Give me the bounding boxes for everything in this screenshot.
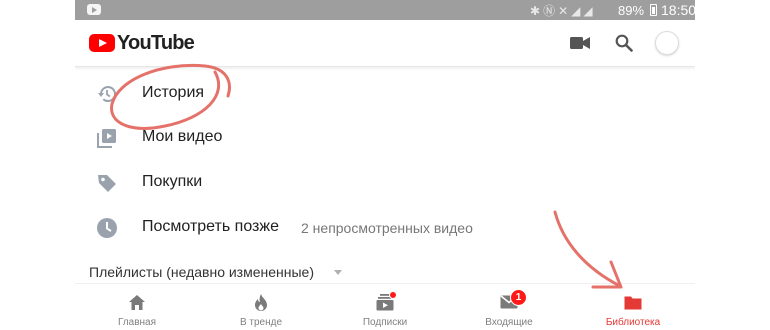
tab-inbox[interactable]: 1 Входящие — [447, 284, 571, 330]
tab-label: В тренде — [239, 317, 283, 328]
list-item-watch-later[interactable]: Посмотреть позже 2 непросмотренных видео — [75, 208, 695, 248]
youtube-play-icon — [89, 34, 115, 52]
status-bar: ✱Ⓝ✕◢◢ 89% 18:50 — [75, 0, 695, 20]
watch-later-label: Посмотреть позже — [142, 218, 279, 235]
unwatched-count: 2 непросмотренных видео — [301, 220, 473, 236]
my-videos-label: Мои видео — [142, 128, 223, 145]
list-item-my-videos[interactable]: Мои видео — [75, 118, 695, 158]
battery-icon — [650, 4, 657, 16]
inbox-badge: 1 — [510, 289, 527, 306]
search-icon[interactable] — [611, 30, 637, 56]
signal-icon: ◢ — [583, 4, 596, 18]
fire-icon — [251, 292, 271, 312]
tab-label: Главная — [117, 317, 157, 328]
home-icon — [127, 292, 147, 312]
playlists-header[interactable]: Плейлисты (недавно измененные) — [89, 264, 314, 280]
bottom-navigation: Главная В тренде Подписки 1 Входящие Биб… — [75, 283, 695, 330]
tag-icon — [95, 171, 119, 195]
nfc-icon: Ⓝ — [543, 4, 559, 18]
battery-percent: 89% — [618, 3, 645, 18]
tab-subscriptions[interactable]: Подписки — [323, 284, 447, 330]
youtube-logo[interactable]: YouTube — [89, 31, 195, 54]
signal-icon: ◢ — [571, 4, 584, 18]
list-item-purchases[interactable]: Покупки — [75, 163, 695, 203]
history-icon — [95, 82, 119, 106]
tab-home[interactable]: Главная — [75, 284, 199, 330]
bluetooth-icon: ✱ — [530, 4, 544, 18]
avatar[interactable] — [655, 31, 679, 55]
tab-label: Входящие — [485, 317, 533, 328]
history-label: История — [142, 84, 205, 101]
status-icons: ✱Ⓝ✕◢◢ — [530, 2, 596, 19]
list-item-history[interactable]: История — [75, 74, 695, 114]
sort-dropdown-icon[interactable] — [334, 270, 342, 275]
tab-library[interactable]: Библиотека — [571, 284, 695, 330]
phone-screen: ✱Ⓝ✕◢◢ 89% 18:50 YouTube История Мои виде… — [75, 0, 695, 330]
tab-label: Библиотека — [605, 317, 661, 328]
my-videos-icon — [95, 126, 119, 150]
tab-label: Подписки — [362, 317, 408, 328]
youtube-notification-icon — [87, 4, 101, 15]
clock-icon — [95, 216, 119, 240]
camera-icon[interactable] — [567, 30, 593, 56]
mute-icon: ✕ — [558, 4, 572, 18]
new-content-badge — [389, 291, 397, 299]
clock-time: 18:50 — [661, 2, 695, 18]
logo-text: YouTube — [117, 31, 195, 54]
app-header: YouTube — [75, 20, 695, 67]
tab-trending[interactable]: В тренде — [199, 284, 323, 330]
folder-icon — [623, 292, 643, 312]
purchases-label: Покупки — [142, 173, 203, 190]
